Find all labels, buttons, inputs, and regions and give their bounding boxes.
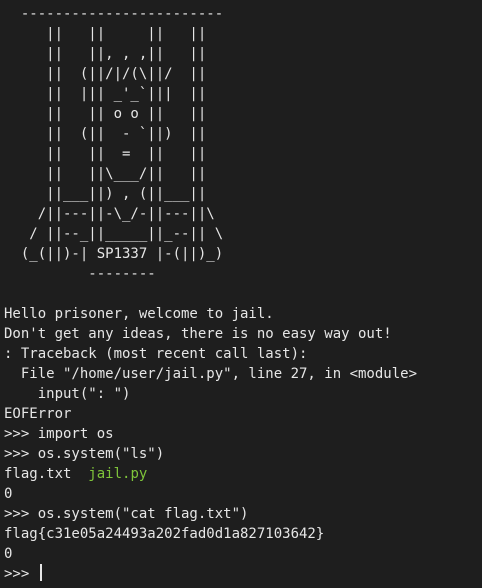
ascii-banner-art: ------------------------ || || || || || … [20,6,224,282]
return-value-ls: 0 [4,486,13,502]
error-line: EOFError [4,406,72,422]
file-flag-txt: flag.txt [4,466,72,482]
ls-output: flag.txt jail.py [4,464,482,484]
text-cursor[interactable] [39,564,42,581]
prompt: >>> [4,566,38,582]
terminal-window[interactable]: ------------------------ || || || || || … [0,0,482,588]
traceback-file-line: File "/home/user/jail.py", line 27, in <… [4,366,418,382]
ls-separator [71,466,88,482]
command-cat-flag: >>> os.system("cat flag.txt") [4,506,249,522]
warning-message: Don't get any ideas, there is no easy wa… [4,326,392,342]
traceback-code-line: input(": ") [4,386,131,402]
input-prompt-line[interactable]: >>> [4,564,482,584]
command-ls: >>> os.system("ls") [4,446,165,462]
flag-output: flag{c31e05a24493a202fad0d1a827103642} [4,526,325,542]
welcome-message: Hello prisoner, welcome to jail. [4,306,274,322]
traceback-header: : Traceback (most recent call last): [4,346,308,362]
command-import-os: >>> import os [4,426,114,442]
return-value-cat: 0 [4,546,13,562]
file-jail-py: jail.py [88,466,148,482]
